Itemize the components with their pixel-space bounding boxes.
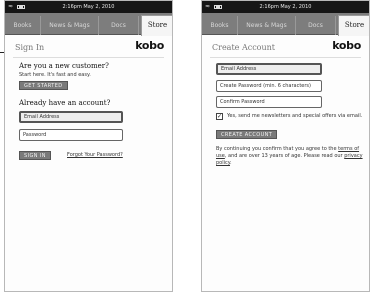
confirm-password-field[interactable]: Confirm Password bbox=[216, 96, 322, 108]
tab-docs[interactable]: Docs bbox=[99, 16, 139, 35]
newsletter-label: Yes, send me newsletters and special off… bbox=[227, 113, 363, 119]
new-customer-subtext: Start here. It's fast and easy. bbox=[19, 72, 91, 78]
tab-store[interactable]: Store bbox=[141, 15, 172, 36]
page-title: Create Account bbox=[212, 43, 276, 52]
newsletter-checkbox[interactable]: ✓ bbox=[216, 113, 223, 120]
new-customer-heading: Are you a new customer? bbox=[19, 62, 109, 70]
legal-text-2: , and are over 13 years of age. bbox=[224, 153, 303, 159]
tab-bar: Books News & Mags Docs Store bbox=[5, 13, 172, 36]
tab-books[interactable]: Books bbox=[5, 16, 41, 35]
status-clock: 2:16pm May 2, 2010 bbox=[202, 1, 369, 13]
email-field[interactable]: Email Address bbox=[216, 63, 322, 75]
create-account-screen: ≈ 2:16pm May 2, 2010 Books News & Mags D… bbox=[201, 0, 370, 292]
password-field[interactable]: Password bbox=[19, 129, 123, 141]
status-bar: ≈ 2:16pm May 2, 2010 bbox=[202, 1, 369, 13]
legal-text-1: By continuing you confirm that you agree… bbox=[216, 146, 337, 152]
page-title: Sign In bbox=[15, 43, 45, 52]
tab-news-mags[interactable]: News & Mags bbox=[238, 16, 296, 35]
status-bar: ≈ 2:16pm May 2, 2010 bbox=[5, 1, 172, 13]
sign-in-screen: ≈ 2:16pm May 2, 2010 Books News & Mags D… bbox=[4, 0, 173, 292]
legal-text: By continuing you confirm that you agree… bbox=[216, 146, 366, 167]
tab-news-mags[interactable]: News & Mags bbox=[41, 16, 99, 35]
status-date: May 2, 2010 bbox=[280, 4, 312, 10]
status-time: 2:16pm bbox=[259, 4, 279, 10]
divider bbox=[13, 57, 164, 58]
tab-docs[interactable]: Docs bbox=[296, 16, 336, 35]
kobo-logo: kobo bbox=[135, 39, 164, 52]
tab-store[interactable]: Store bbox=[338, 15, 369, 36]
forgot-password-link[interactable]: Forgot Your Password? bbox=[67, 152, 123, 158]
status-clock: 2:16pm May 2, 2010 bbox=[5, 1, 172, 13]
sign-in-button[interactable]: SIGN IN bbox=[19, 151, 51, 160]
email-field[interactable]: Email Address bbox=[19, 111, 123, 123]
create-account-button[interactable]: CREATE ACCOUNT bbox=[216, 130, 278, 139]
tab-books[interactable]: Books bbox=[202, 16, 238, 35]
status-date: May 2, 2010 bbox=[83, 4, 115, 10]
legal-text-4: . bbox=[230, 160, 232, 166]
get-started-button[interactable]: GET STARTED bbox=[19, 81, 68, 90]
kobo-logo: kobo bbox=[332, 39, 361, 52]
legal-text-3: Please read our bbox=[303, 153, 343, 159]
existing-account-heading: Already have an account? bbox=[19, 99, 111, 107]
create-password-field[interactable]: Create Password (min. 6 characters) bbox=[216, 80, 322, 92]
tab-bar: Books News & Mags Docs Store bbox=[202, 13, 369, 36]
status-time: 2:16pm bbox=[62, 4, 82, 10]
divider bbox=[210, 57, 361, 58]
